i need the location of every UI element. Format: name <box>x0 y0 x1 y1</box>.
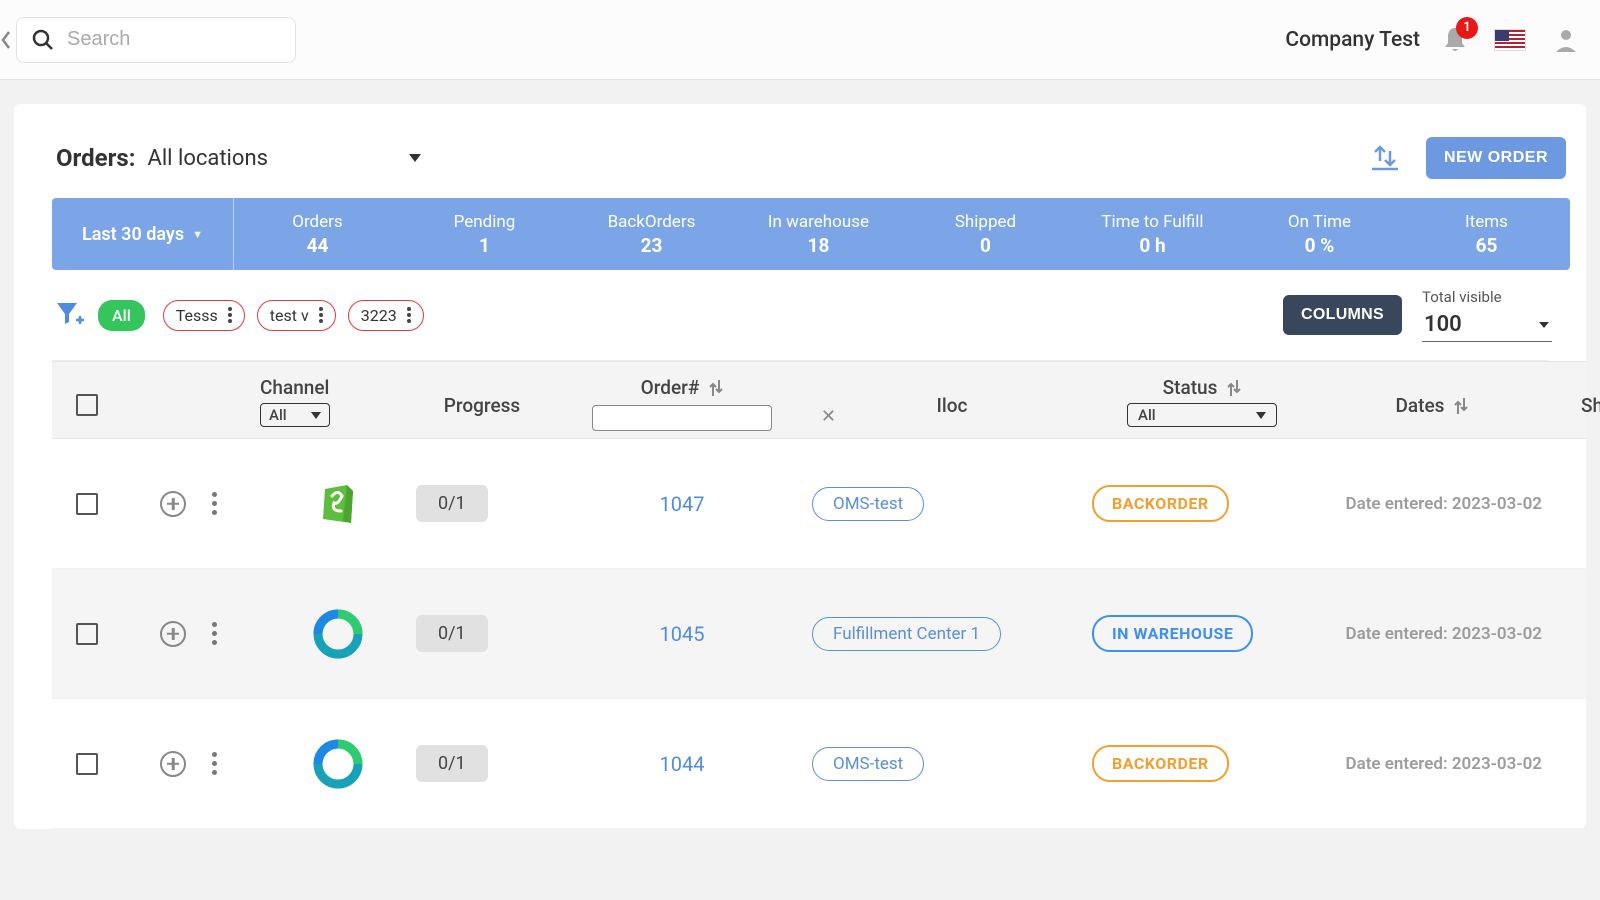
total-visible-value: 100 <box>1424 312 1462 337</box>
sort-icon[interactable] <box>1227 379 1241 397</box>
search-icon <box>31 28 55 52</box>
row-checkbox[interactable] <box>76 493 98 515</box>
order-number-link[interactable]: 1047 <box>552 492 812 516</box>
stat-shipped[interactable]: Shipped 0 <box>902 198 1069 270</box>
progress-value: 0/1 <box>416 615 488 652</box>
iloc-badge: OMS-test <box>812 487 924 521</box>
row-menu-icon[interactable] <box>212 492 217 515</box>
chevron-down-icon: ▼ <box>192 228 203 241</box>
location-select[interactable]: All locations <box>147 146 421 171</box>
sort-icon[interactable] <box>709 379 723 397</box>
total-visible-label: Total visible <box>1422 288 1552 306</box>
select-all-checkbox[interactable] <box>76 394 98 416</box>
search-input[interactable] <box>67 28 267 51</box>
status-filter-select[interactable]: All <box>1127 403 1277 427</box>
stat-pending[interactable]: Pending 1 <box>401 198 568 270</box>
col-dates: Dates <box>1312 376 1552 417</box>
period-label: Last 30 days <box>82 224 184 245</box>
filter-add-icon[interactable] <box>56 302 84 328</box>
top-bar: Company Test 1 <box>0 0 1600 80</box>
table-row: 0/1 1047OMS-test BACKORDER Date entered: 20… <box>52 439 1586 569</box>
chevron-down-icon <box>311 412 321 419</box>
notification-count-badge: 1 <box>1456 17 1478 39</box>
clear-icon[interactable]: ✕ <box>821 406 836 427</box>
notifications-button[interactable]: 1 <box>1442 25 1468 55</box>
expand-row-icon[interactable] <box>160 491 186 517</box>
table-row: 0/1 1045Fulfillment Center 1 IN WAREHOUSE D… <box>52 569 1586 699</box>
stat-items[interactable]: Items 65 <box>1403 198 1570 270</box>
col-status: Status All <box>1092 376 1312 427</box>
col-order: Order# ✕ <box>552 376 812 431</box>
channel-logo-icon <box>252 739 412 789</box>
new-order-button[interactable]: NEW ORDER <box>1426 137 1566 179</box>
profile-avatar-icon[interactable] <box>1552 26 1580 54</box>
stats-band: Last 30 days ▼ Orders 44 Pending 1 BackO… <box>52 198 1570 270</box>
row-checkbox[interactable] <box>76 753 98 775</box>
iloc-badge: Fulfillment Center 1 <box>812 617 1001 651</box>
date-entered: Date entered: 2023-03-02 <box>1312 754 1552 774</box>
row-menu-icon[interactable] <box>212 752 217 775</box>
filter-chip-all[interactable]: All <box>98 300 145 331</box>
iloc-badge: OMS-test <box>812 747 924 781</box>
chevron-down-icon <box>1538 321 1550 329</box>
filter-chip-custom[interactable]: Tesss <box>163 300 245 331</box>
locale-flag-us-icon[interactable] <box>1494 29 1526 51</box>
order-number-link[interactable]: 1044 <box>552 752 812 776</box>
status-badge: IN WAREHOUSE <box>1092 615 1253 652</box>
period-select[interactable]: Last 30 days ▼ <box>52 198 234 270</box>
order-number-link[interactable]: 1045 <box>552 622 812 646</box>
stat-backorders[interactable]: BackOrders 23 <box>568 198 735 270</box>
expand-row-icon[interactable] <box>160 621 186 647</box>
stat-orders[interactable]: Orders 44 <box>234 198 401 270</box>
back-icon[interactable] <box>0 30 10 50</box>
channel-logo-icon <box>252 609 412 659</box>
col-iloc: Iloc <box>812 376 1092 417</box>
date-entered: Date entered: 2023-03-02 <box>1312 624 1552 644</box>
col-channel: Channel All <box>252 376 412 427</box>
location-label: All locations <box>147 146 267 171</box>
table-row: 0/1 1044OMS-test BACKORDER Date entered: 20… <box>52 699 1586 829</box>
page-title: Orders: <box>56 144 135 172</box>
status-badge: BACKORDER <box>1092 745 1229 782</box>
channel-logo-icon <box>252 481 412 527</box>
date-entered: Date entered: 2023-03-02 <box>1312 494 1552 514</box>
status-badge: BACKORDER <box>1092 485 1229 522</box>
filter-chip-custom[interactable]: 3223 <box>348 300 424 331</box>
col-ship: Sh <box>1552 376 1600 417</box>
stat-on-time[interactable]: On Time 0 % <box>1236 198 1403 270</box>
row-menu-icon[interactable] <box>212 622 217 645</box>
filter-row: All Tesss test v 3223 COLUMNS Total visi… <box>14 270 1586 354</box>
order-filter-input[interactable] <box>592 405 772 431</box>
chevron-down-icon <box>1256 412 1266 419</box>
company-name: Company Test <box>1285 28 1420 52</box>
search-box[interactable] <box>16 17 296 63</box>
orders-card: Orders: All locations NEW ORDER Last 30 … <box>14 104 1586 829</box>
progress-value: 0/1 <box>416 745 488 782</box>
filter-chip-custom[interactable]: test v <box>257 300 336 331</box>
more-icon[interactable] <box>228 307 232 323</box>
progress-value: 0/1 <box>416 485 488 522</box>
expand-row-icon[interactable] <box>160 751 186 777</box>
table-body: 0/11047OMS-testBACKORDERDate entered: 20… <box>14 439 1586 829</box>
stat-time-to-fulfill[interactable]: Time to Fulfill 0 h <box>1069 198 1236 270</box>
stat-inwarehouse[interactable]: In warehouse 18 <box>735 198 902 270</box>
channel-filter-select[interactable]: All <box>260 403 330 427</box>
total-visible-select[interactable]: Total visible 100 <box>1422 288 1552 342</box>
col-progress: Progress <box>412 376 552 417</box>
chevron-down-icon <box>408 153 422 163</box>
title-row: Orders: All locations NEW ORDER <box>14 104 1586 182</box>
sort-icon[interactable] <box>1454 397 1468 415</box>
import-export-icon[interactable] <box>1368 141 1402 175</box>
more-icon[interactable] <box>407 307 411 323</box>
more-icon[interactable] <box>319 307 323 323</box>
row-checkbox[interactable] <box>76 623 98 645</box>
table-header: Channel All Progress Order# ✕ Iloc <box>52 361 1586 439</box>
columns-button[interactable]: COLUMNS <box>1283 295 1402 335</box>
